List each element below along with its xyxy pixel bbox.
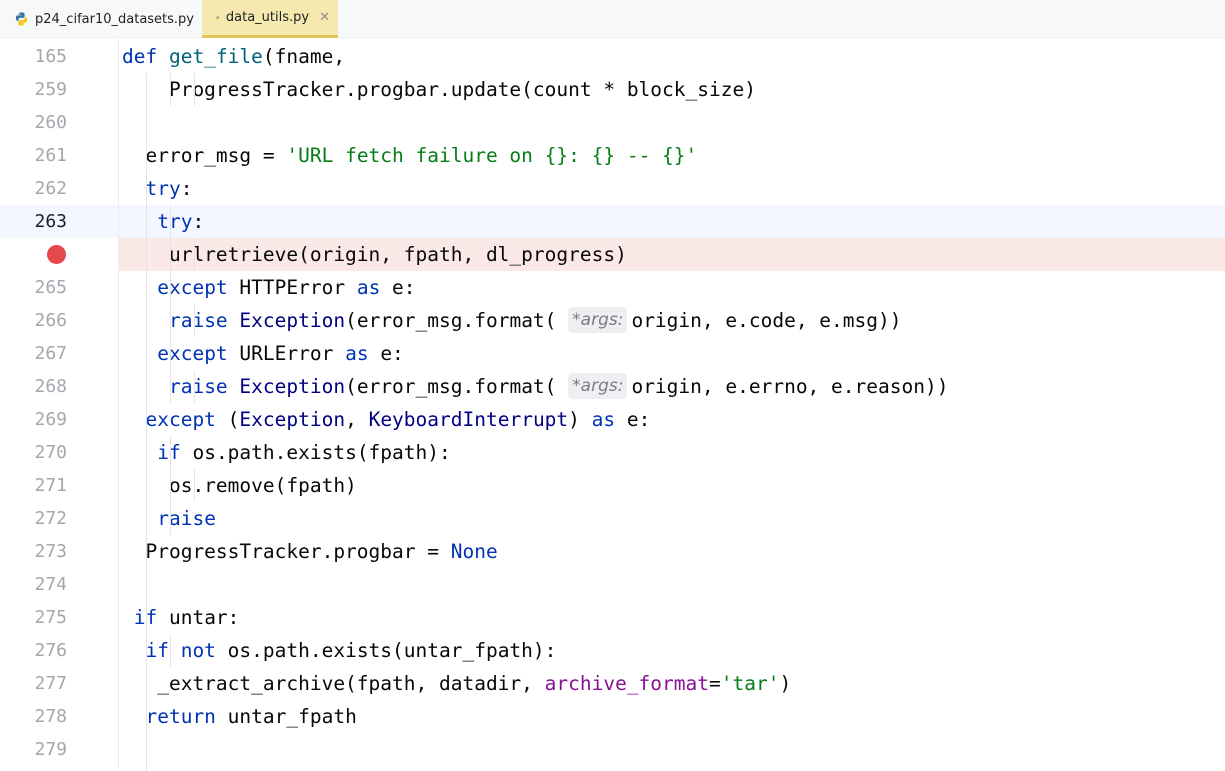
indent-guide <box>194 370 195 403</box>
code-text: if not os.path.exists(untar_fpath): <box>145 639 557 662</box>
code-text: raise Exception(error_msg.format( *args:… <box>122 304 901 337</box>
line-number: 261 <box>34 145 67 166</box>
code-line: 165 def get_file(fname, <box>0 40 1225 73</box>
code-line: 269 except (Exception, KeyboardInterrupt… <box>0 403 1225 436</box>
code-line: 279 <box>0 733 1225 766</box>
line-number: 271 <box>34 475 67 496</box>
indent-guide <box>194 238 195 271</box>
indent-guide <box>170 205 171 403</box>
indent-guide <box>170 73 171 106</box>
tab-label: p24_cifar10_datasets.py <box>35 11 194 27</box>
code-text: urlretrieve(origin, fpath, dl_progress) <box>122 243 627 266</box>
line-number: 268 <box>34 376 67 397</box>
code-line: 261 error_msg = 'URL fetch failure on {}… <box>0 139 1225 172</box>
code-text: _extract_archive(fpath, datadir, archive… <box>122 672 792 695</box>
close-icon[interactable]: ✕ <box>319 10 330 25</box>
code-text: except URLError as e: <box>157 342 404 365</box>
line-number: 263 <box>34 211 67 232</box>
code-text: ProgressTracker.progbar.update(count * b… <box>122 78 756 101</box>
code-line: 267 except URLError as e: <box>0 337 1225 370</box>
python-file-icon <box>15 12 28 26</box>
code-line: 274 <box>0 568 1225 601</box>
line-number: 276 <box>34 640 67 661</box>
code-text: try: <box>145 177 193 200</box>
code-line: 270 if os.path.exists(fpath): <box>0 436 1225 469</box>
breakpoint-icon[interactable] <box>47 245 66 264</box>
indent-guide <box>194 73 195 106</box>
tab-label: data_utils.py <box>225 10 310 25</box>
line-number: 269 <box>34 409 67 430</box>
code-line: 266 raise Exception(error_msg.format( *a… <box>0 304 1225 337</box>
code-line: 275 if untar: <box>0 601 1225 634</box>
line-number: 277 <box>34 673 67 694</box>
line-number: 259 <box>34 79 67 100</box>
code-text: except HTTPError as e: <box>157 276 416 299</box>
code-line: 278 return untar_fpath <box>0 700 1225 733</box>
line-number: 273 <box>34 541 67 562</box>
line-number: 272 <box>34 508 67 529</box>
line-number: 266 <box>34 310 67 331</box>
current-code-line: 263 try: <box>0 205 1225 238</box>
indent-guide <box>170 436 171 535</box>
code-text: raise Exception(error_msg.format( *args:… <box>122 370 948 403</box>
tab-data-utils[interactable]: data_utils.py ✕ <box>202 0 338 38</box>
code-line: 277 _extract_archive(fpath, datadir, arc… <box>0 667 1225 700</box>
parameter-hint: *args: <box>568 306 628 333</box>
code-line: 271 os.remove(fpath) <box>0 469 1225 502</box>
code-text: try: <box>157 210 205 233</box>
code-line: 273 ProgressTracker.progbar = None <box>0 535 1225 568</box>
indent-guide <box>194 304 195 337</box>
code-text: except (Exception, KeyboardInterrupt) as… <box>145 408 651 431</box>
code-line: 259 ProgressTracker.progbar.update(count… <box>0 73 1225 106</box>
code-text: if untar: <box>134 606 240 629</box>
code-editor[interactable]: 165 def get_file(fname, 259 ProgressTrac… <box>0 39 1225 768</box>
line-number: 260 <box>34 112 67 133</box>
line-number: 275 <box>34 607 67 628</box>
code-text: def get_file(fname, <box>122 45 346 68</box>
line-number: 274 <box>34 574 67 595</box>
code-line: 272 raise <box>0 502 1225 535</box>
code-line: 265 except HTTPError as e: <box>0 271 1225 304</box>
gutter-separator <box>118 39 119 768</box>
code-line: 268 raise Exception(error_msg.format( *a… <box>0 370 1225 403</box>
code-text: return untar_fpath <box>145 705 357 728</box>
indent-guide <box>146 73 147 771</box>
breakpoint-code-line: urlretrieve(origin, fpath, dl_progress) <box>0 238 1225 271</box>
indent-guide <box>170 634 171 667</box>
line-number: 265 <box>34 277 67 298</box>
code-text: os.remove(fpath) <box>122 474 357 497</box>
code-line: 276 if not os.path.exists(untar_fpath): <box>0 634 1225 667</box>
line-number: 279 <box>34 739 67 760</box>
parameter-hint: *args: <box>568 372 628 399</box>
python-file-icon <box>216 15 220 20</box>
line-number: 165 <box>34 46 67 67</box>
line-number: 278 <box>34 706 67 727</box>
line-number: 270 <box>34 442 67 463</box>
code-text: if os.path.exists(fpath): <box>157 441 451 464</box>
tab-p24-cifar10-datasets[interactable]: p24_cifar10_datasets.py <box>0 0 202 38</box>
code-line: 260 <box>0 106 1225 139</box>
line-number: 262 <box>34 178 67 199</box>
editor-tab-bar: p24_cifar10_datasets.py data_utils.py ✕ <box>0 0 1225 38</box>
line-number: 267 <box>34 343 67 364</box>
code-text: ProgressTracker.progbar = None <box>122 540 498 563</box>
code-text: error_msg = 'URL fetch failure on {}: {}… <box>122 144 698 167</box>
code-line: 262 try: <box>0 172 1225 205</box>
indent-guide <box>194 469 195 502</box>
code-text: raise <box>157 507 216 530</box>
